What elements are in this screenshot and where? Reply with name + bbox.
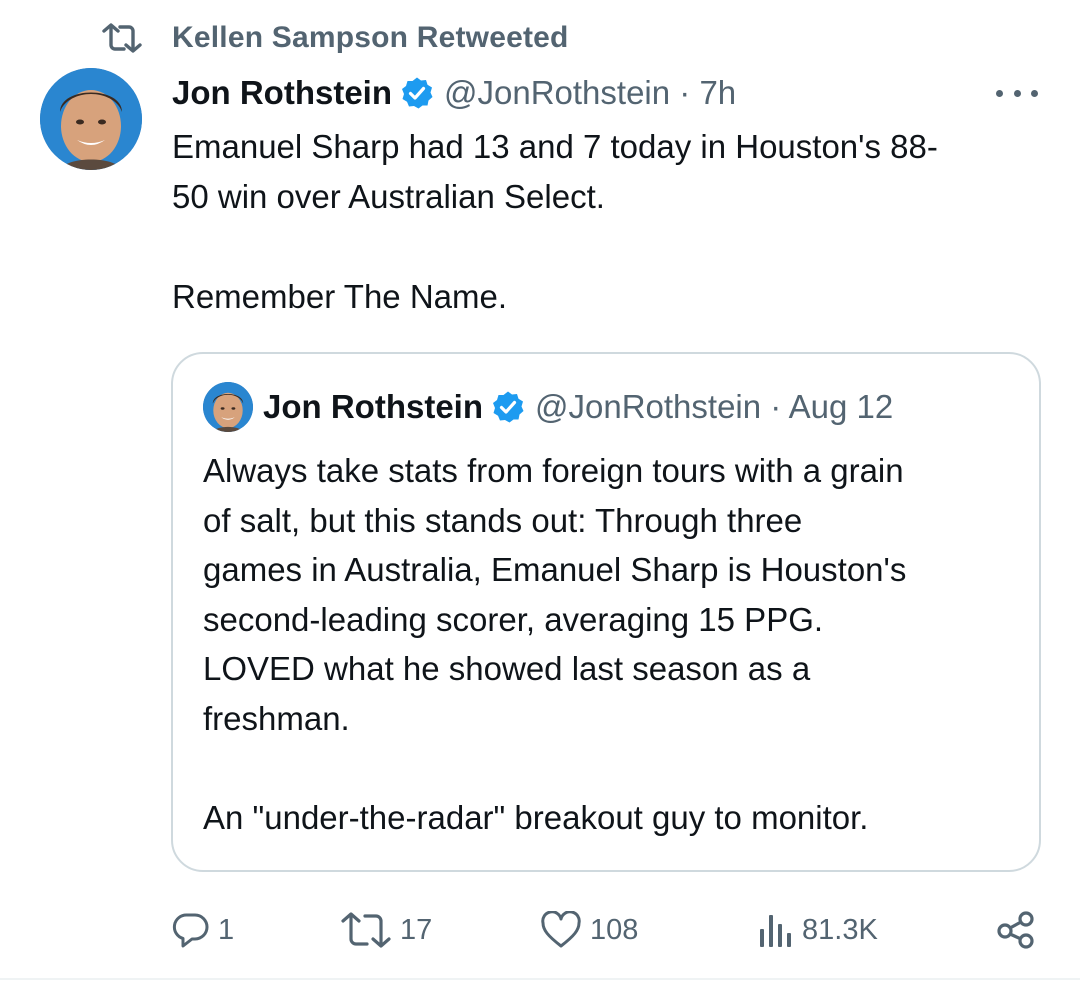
heart-icon bbox=[540, 911, 582, 949]
views-button[interactable]: 81.3K bbox=[758, 905, 878, 955]
quote-line: of salt, but this stands out: Through th… bbox=[203, 501, 803, 539]
action-bar: 1 17 108 81.3K bbox=[0, 905, 1080, 955]
quote-line: Always take stats from foreign tours wit… bbox=[203, 452, 904, 489]
quote-line: second-leading scorer, averaging 15 PPG. bbox=[203, 600, 824, 638]
tweet-text: Emanuel Sharp had 13 and 7 today in Hous… bbox=[172, 122, 1052, 322]
retweet-count: 17 bbox=[400, 913, 433, 946]
more-icon[interactable] bbox=[996, 78, 1038, 108]
author-name[interactable]: Jon Rothstein bbox=[172, 74, 392, 112]
like-count: 108 bbox=[590, 913, 639, 946]
quote-line: games in Australia, Emanuel Sharp is Hou… bbox=[203, 551, 907, 588]
quote-author-name: Jon Rothstein bbox=[263, 388, 483, 425]
verified-badge-icon bbox=[491, 390, 525, 424]
tweet-header: Jon Rothstein @JonRothstein · 7h bbox=[172, 70, 736, 116]
like-button[interactable]: 108 bbox=[540, 905, 638, 955]
retweet-icon bbox=[102, 18, 142, 58]
quote-text: Always take stats from foreign tours wit… bbox=[203, 446, 1023, 842]
share-button[interactable] bbox=[996, 905, 1044, 955]
retweet-icon bbox=[340, 911, 392, 949]
retweeted-by-label[interactable]: Kellen Sampson Retweeted bbox=[172, 21, 569, 55]
share-icon bbox=[996, 910, 1036, 950]
quote-line: LOVED what he showed last season as a bbox=[203, 650, 811, 687]
quoted-tweet[interactable]: Jon Rothstein @JonRothstein · Aug 12 Alw… bbox=[171, 352, 1041, 872]
retweet-button[interactable]: 17 bbox=[340, 905, 432, 955]
verified-badge-icon[interactable] bbox=[400, 76, 434, 110]
views-count: 81.3K bbox=[802, 913, 878, 946]
reply-icon bbox=[172, 911, 210, 949]
divider bbox=[0, 978, 1080, 980]
author-avatar[interactable] bbox=[40, 68, 142, 170]
quote-author-handle-time: @JonRothstein · Aug 12 bbox=[535, 388, 894, 425]
quote-author-avatar bbox=[203, 382, 253, 432]
reply-button[interactable]: 1 bbox=[172, 905, 234, 955]
author-handle-time[interactable]: @JonRothstein · 7h bbox=[444, 74, 736, 112]
retweet-context[interactable]: Kellen Sampson Retweeted bbox=[102, 18, 569, 58]
tweet-line: Remember The Name. bbox=[172, 278, 508, 315]
quote-header: Jon Rothstein @JonRothstein · Aug 12 bbox=[203, 382, 894, 432]
reply-count: 1 bbox=[218, 913, 235, 946]
tweet-line: Emanuel Sharp had 13 and 7 today in Hous… bbox=[172, 128, 938, 165]
quote-line: freshman. bbox=[203, 699, 350, 737]
views-icon bbox=[758, 911, 794, 949]
quote-line: An "under-the-radar" breakout guy to mon… bbox=[203, 798, 869, 836]
tweet-line: 50 win over Australian Select. bbox=[172, 178, 605, 215]
